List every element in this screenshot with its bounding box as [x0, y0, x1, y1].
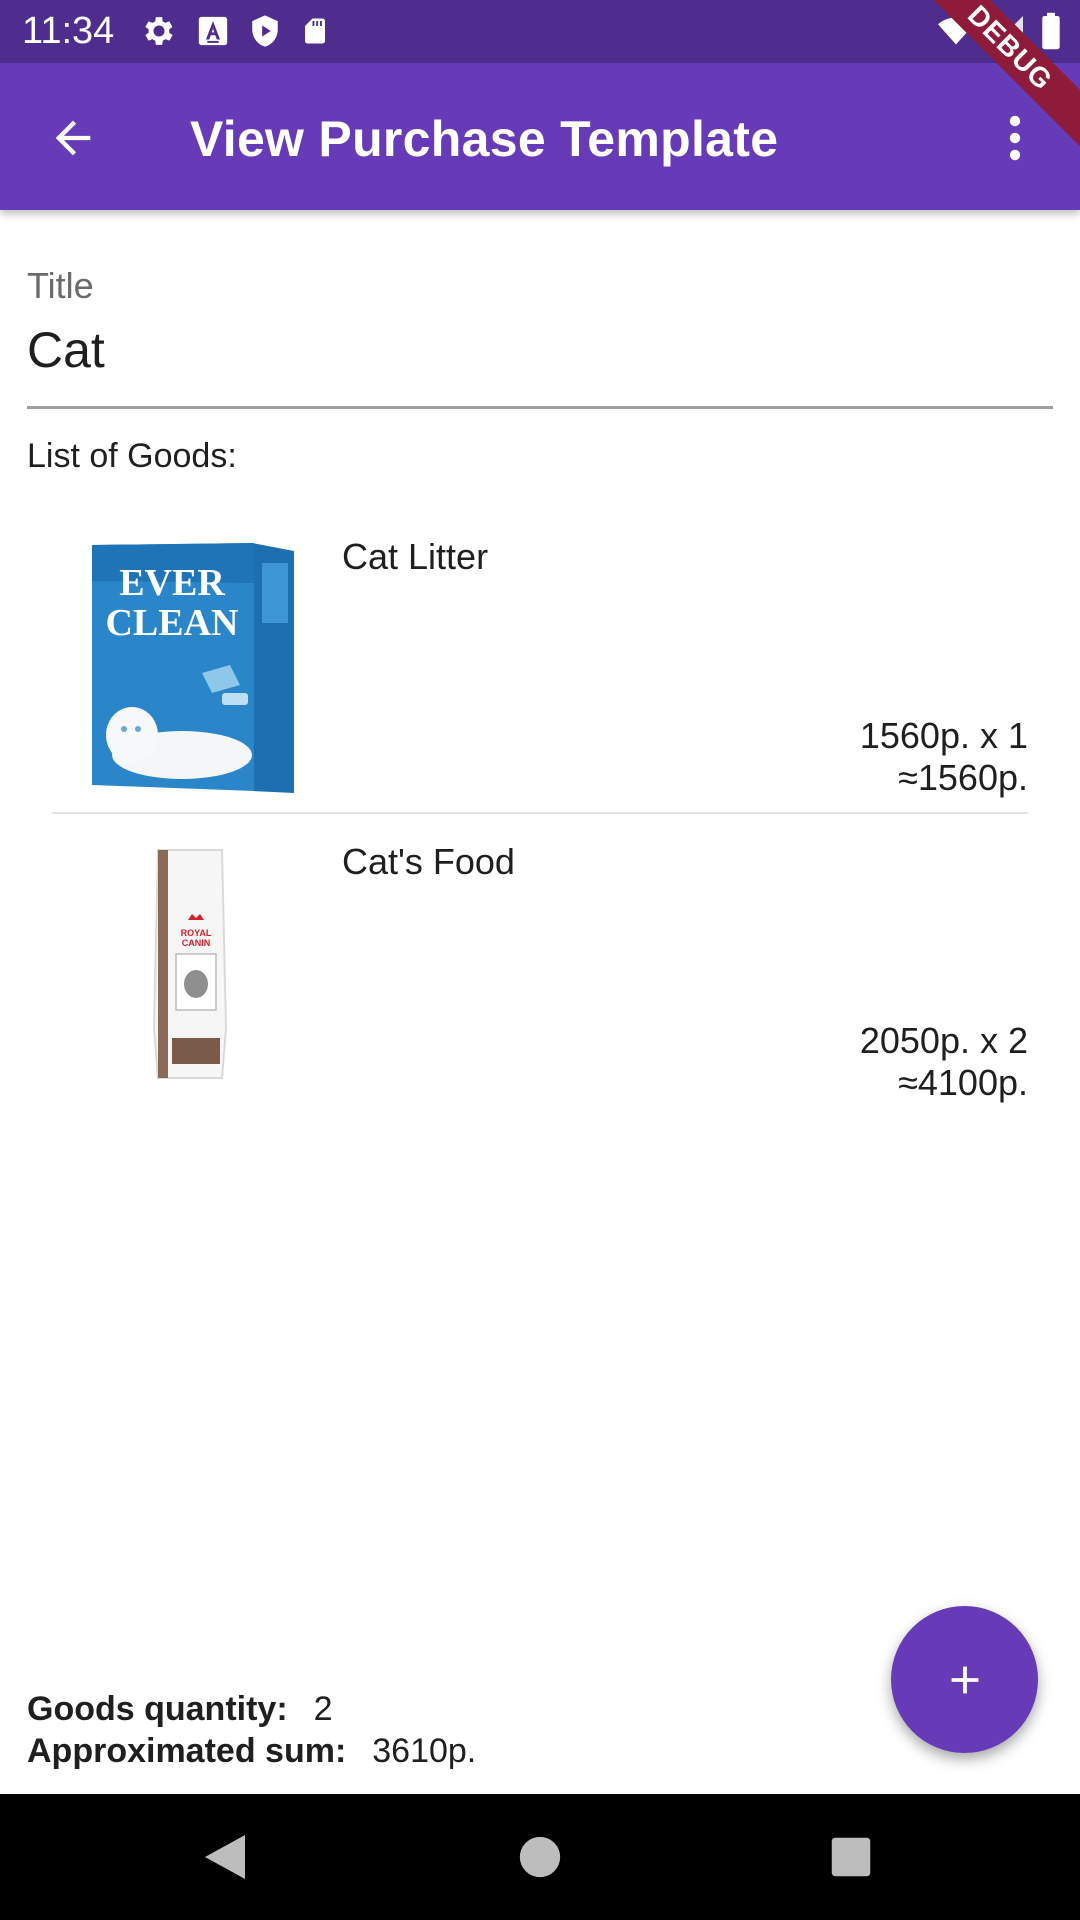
plus-icon [951, 1666, 978, 1693]
add-goods-button[interactable] [891, 1606, 1038, 1753]
arrow-back-icon [55, 120, 91, 156]
summary: Goods quantity: 2 Approximated sum: 3610р. [27, 1688, 476, 1772]
cat-food-image: ROYAL CANIN [152, 849, 228, 1079]
title-field-underline [27, 406, 1053, 409]
goods-quantity-label: Goods quantity: [27, 1690, 288, 1728]
goods-item-unit-price: 1560р. x 1 [859, 715, 1028, 756]
nav-home-button[interactable] [507, 1824, 573, 1890]
goods-item-name: Cat's Food [342, 841, 515, 882]
cat-litter-image: EVER CLEAN [92, 543, 294, 793]
goods-quantity-value: 2 [313, 1690, 333, 1728]
more-options-button[interactable] [985, 103, 1045, 173]
navigation-bar [0, 1794, 1080, 1920]
content-area: Title Cat List of Goods: EVER CLEAN Cat … [0, 210, 1080, 1794]
goods-item-total: ≈4100р. [898, 1062, 1028, 1103]
goods-list-item[interactable]: EVER CLEAN Cat Litter 1560р. x 1 ≈1560р. [52, 515, 1028, 815]
status-time: 11:34 [22, 10, 115, 52]
goods-item-total: ≈1560р. [898, 757, 1028, 798]
sd-card-icon [305, 18, 325, 44]
title-field[interactable]: Cat [27, 320, 105, 380]
goods-list-item[interactable]: ROYAL CANIN Cat's Food 2050р. x 2 ≈4100р… [52, 820, 1028, 1120]
settings-icon [145, 17, 173, 45]
goods-quantity-row: Goods quantity: 2 [27, 1688, 476, 1730]
goods-divider [52, 812, 1028, 814]
svg-text:CLEAN: CLEAN [105, 602, 238, 644]
cat-food-brand: ROYAL CANIN [181, 928, 212, 948]
nav-home-icon [519, 1836, 561, 1878]
shield-icon [252, 15, 278, 47]
goods-item-unit-price: 2050р. x 2 [859, 1020, 1028, 1061]
goods-item-price: 2050р. x 2 ≈4100р. [860, 1020, 1028, 1104]
font-icon [198, 16, 228, 46]
approximated-sum-row: Approximated sum: 3610р. [27, 1730, 476, 1772]
nav-back-icon [205, 1835, 245, 1879]
nav-recents-button[interactable] [818, 1824, 884, 1890]
nav-recents-icon [831, 1837, 871, 1877]
app-bar: View Purchase Template [0, 63, 1080, 210]
approximated-sum-value: 3610р. [372, 1732, 477, 1770]
goods-item-price: 1560р. x 1 ≈1560р. [860, 715, 1028, 799]
svg-text:EVER: EVER [119, 562, 225, 604]
title-field-label: Title [27, 265, 94, 306]
goods-list-heading: List of Goods: [27, 437, 237, 475]
svg-text:ROYAL: ROYAL [181, 928, 212, 938]
back-button[interactable] [38, 103, 108, 173]
approximated-sum-label: Approximated sum: [27, 1732, 347, 1770]
status-icons-left [140, 12, 330, 50]
more-vert-icon [1009, 115, 1021, 161]
cat-litter-brand: EVER CLEAN [105, 562, 238, 644]
nav-back-button[interactable] [192, 1824, 258, 1890]
page-title: View Purchase Template [190, 111, 779, 167]
battery-icon [1042, 12, 1060, 50]
svg-text:CANIN: CANIN [182, 938, 211, 948]
status-bar: 11:34 [0, 0, 1080, 63]
goods-item-name: Cat Litter [342, 536, 489, 577]
